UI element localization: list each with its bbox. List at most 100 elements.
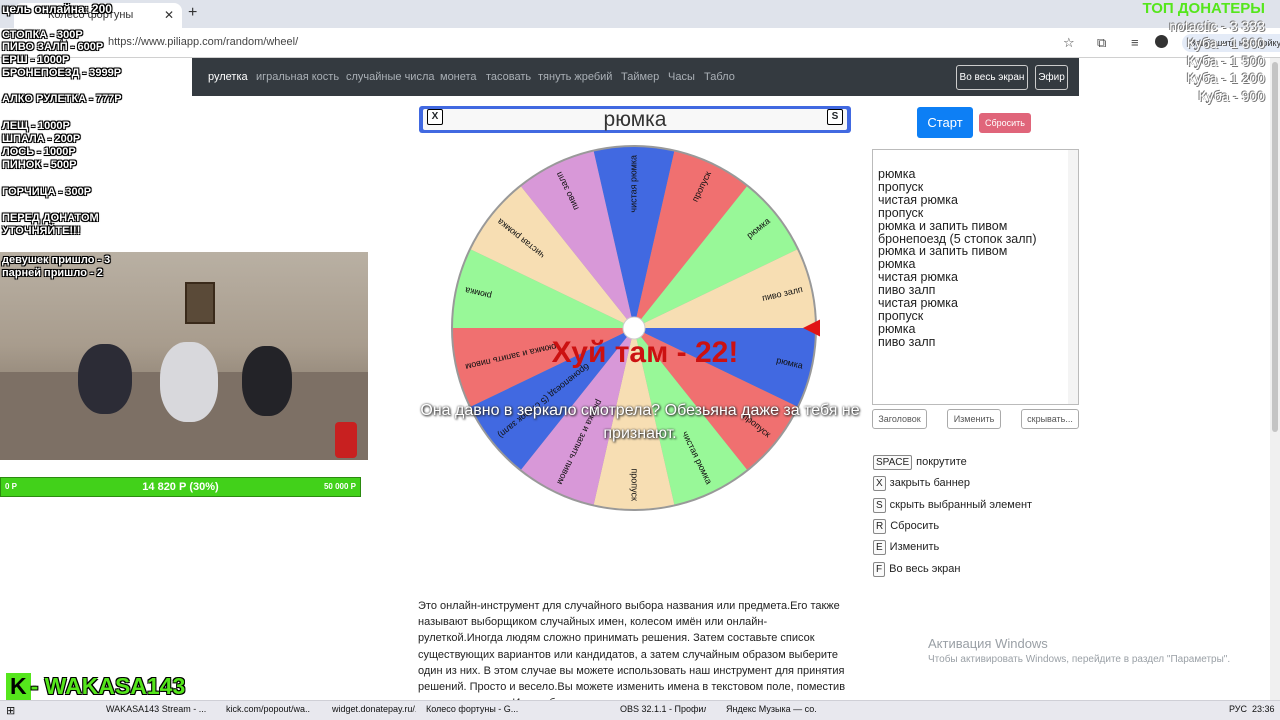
nav-item-random-numbers[interactable]: случайные числа [346,58,434,96]
donor-entry: Куба - 1 200 [1186,70,1265,86]
price-list-item: ЛЕЩ - 1000Р [2,120,70,132]
online-goal: цель онлайна: 200 [2,2,112,16]
entry-line: пропуск [878,179,924,194]
taskbar-item[interactable]: kick.com/popout/wa... [226,704,310,714]
price-list-item: ЕРШ - 1000Р [2,54,70,66]
shortcut-row: Xзакрыть баннер [873,476,970,492]
donor-list: notactic - 3 333 Куба - 1 800 Куба - 1 500… [1142,18,1265,106]
entry-line: пропуск [878,308,924,323]
media-icon[interactable]: ≡ [1131,35,1139,50]
nav-item-dice[interactable]: игральная кость [256,58,339,96]
shortcut-label: Сбросить [890,519,940,532]
shortcut-row: R Сбросить [873,518,940,535]
price-list-item: ЛОСЬ - 1000Р [2,146,76,158]
price-list-item: ПИВО ЗАЛП - 600Р [2,41,104,53]
shortcut-row: F Во весь экран [873,561,961,578]
shortcut-key: S [873,497,886,513]
scroll-thumb[interactable] [1272,62,1278,432]
shortcut-label: Во весь экран [889,562,961,575]
result-banner: рюмка X S [419,106,851,133]
close-banner-button[interactable]: X [427,109,443,125]
donation-alert-text: Хуй там - 22! [551,336,739,369]
donation-alert-message: Она давно в зеркало смотрела? Обезьяна д… [420,402,860,442]
fullscreen-button[interactable]: Во весь экран [956,65,1028,90]
shortcut-key: E [873,540,886,556]
guys-count: парней пришло - 2 [2,267,103,279]
site-navbar: рулетка игральная кость случайные числа … [192,58,1079,96]
close-tab-icon[interactable]: ✕ [164,3,174,28]
address-bar: ← → ↻ https://www.piliapp.com/random/whe… [0,28,1280,58]
nav-item-shuffle[interactable]: тасовать [486,58,531,96]
description-text: Это онлайн-инструмент для случайного выб… [418,600,846,709]
reset-button[interactable]: Сбросить [979,113,1031,133]
activation-text: Чтобы активировать Windows, перейдите в … [928,654,1231,665]
nav-item-coin[interactable]: монета [440,58,477,96]
shortcut-label: скрыть выбранный элемент [889,498,1033,511]
windows-taskbar: ⊞ WAKASA143 Stream - ... kick.com/popout… [0,700,1280,720]
donor-entry: Куба - 900 [1198,87,1265,104]
shortcut-label: покрутите [916,456,967,468]
price-list-item: БРОНЕПОЕЗД - 3999Р [2,67,122,79]
taskbar-item[interactable]: widget.donatepay.ru/... [332,704,416,714]
entry-line: рюмка и запить пивом [878,218,1008,233]
taskbar-item[interactable]: WAKASA143 Stream - ... [106,704,206,714]
donation-progress-bar: 0 Р 14 820 Р (30%) 50 000 Р [0,477,361,497]
start-button[interactable]: Старт [917,107,973,138]
hide-item-button[interactable]: S [827,109,843,125]
entries-list: рюмка пропуск чистая рюмка пропуск рюмка и з… [878,168,1078,349]
shortcut-key: R [873,518,887,534]
new-tab-icon[interactable]: + [188,4,197,22]
taskbar-item[interactable]: Яндекс Музыка — со... [726,704,816,714]
edit-button[interactable]: Изменить [947,409,1001,429]
donor-entry: Куба - 1 800 [1186,35,1265,51]
nav-item-roulette[interactable]: рулетка [208,58,248,96]
title-button[interactable]: Заголовок [872,409,927,429]
price-list-item: ПИНОК - 500Р [2,159,77,171]
clock[interactable]: 23:36 [1252,704,1275,714]
hide-button[interactable]: скрывать... [1021,409,1079,429]
nav-item-draw-lots[interactable]: тянуть жребий [538,58,612,96]
channel-name: - WAKASA143 [30,673,186,699]
shortcut-key: F [873,561,886,577]
language-indicator[interactable]: РУС [1229,704,1247,714]
activation-title: Активация Windows [928,636,1048,651]
windows-activation-watermark: Активация Windows Чтобы активировать Win… [928,636,1230,665]
kick-logo-icon: K [6,673,31,700]
top-donors-title: ТОП ДОНАТЕРЫ [1142,0,1265,17]
entry-line: пропуск [878,205,924,220]
wheel-svg[interactable]: чистая рюмка пропускрюмкапиво залпрюмкапр… [448,142,821,514]
page-scrollbar[interactable] [1270,58,1280,700]
banner-title: рюмка [423,109,847,130]
textarea-scrollbar[interactable] [1068,150,1078,404]
kick-channel-label: K- WAKASA143 [6,673,185,700]
donation-progress-text: 14 820 Р (30%) [142,481,219,493]
bookmark-star-icon[interactable]: ☆ [1063,35,1075,51]
webcam-feed [0,252,368,460]
entries-textarea[interactable]: рюмка пропуск чистая рюмка пропуск рюмка и з… [872,149,1079,405]
broadcast-button[interactable]: Эфир [1035,65,1068,90]
donor-entry: notactic - 3 333 [1169,17,1265,34]
nav-item-clock[interactable]: Часы [668,58,695,96]
price-list-item: ГОРЧИЦА - 300Р [2,186,92,198]
taskbar-item[interactable]: Колесо фортуны - G... [426,704,518,714]
shortcut-row: Sскрыть выбранный элемент [873,497,1033,514]
nav-item-scoreboard[interactable]: Табло [704,58,735,96]
entry-line: чистая рюмка [878,192,958,207]
donation-max: 50 000 Р [323,482,356,491]
url-field[interactable]: https://www.piliapp.com/random/wheel/ [108,28,298,56]
shortcut-row: SPACE покрутите [873,455,967,471]
entry-line: рюмка [878,321,916,336]
extensions-icon[interactable]: ⧉ [1097,35,1106,51]
donor-entry: Куба - 1 500 [1186,52,1265,69]
price-list-item: СТОПКА - 300Р [2,29,83,41]
wheel[interactable]: чистая рюмка пропуск рюмка пиво залп рюмка пр… [448,142,821,514]
taskbar-item[interactable]: OBS 32.1.1 - Профил... [620,704,706,714]
price-list-item: ПЕРЕД ДОНАТОМ [2,212,99,224]
shortcut-key: X [873,476,886,492]
shortcut-label: закрыть баннер [889,477,971,490]
top-donors: ТОП ДОНАТЕРЫ notactic - 3 333 Куба - 1 80… [1142,0,1265,105]
start-menu-icon[interactable]: ⊞ [6,704,15,717]
nav-item-timer[interactable]: Таймер [621,58,659,96]
browser-tab-bar: Колесо фортуны ✕ + [0,0,1280,28]
donation-min: 0 Р [5,482,18,491]
